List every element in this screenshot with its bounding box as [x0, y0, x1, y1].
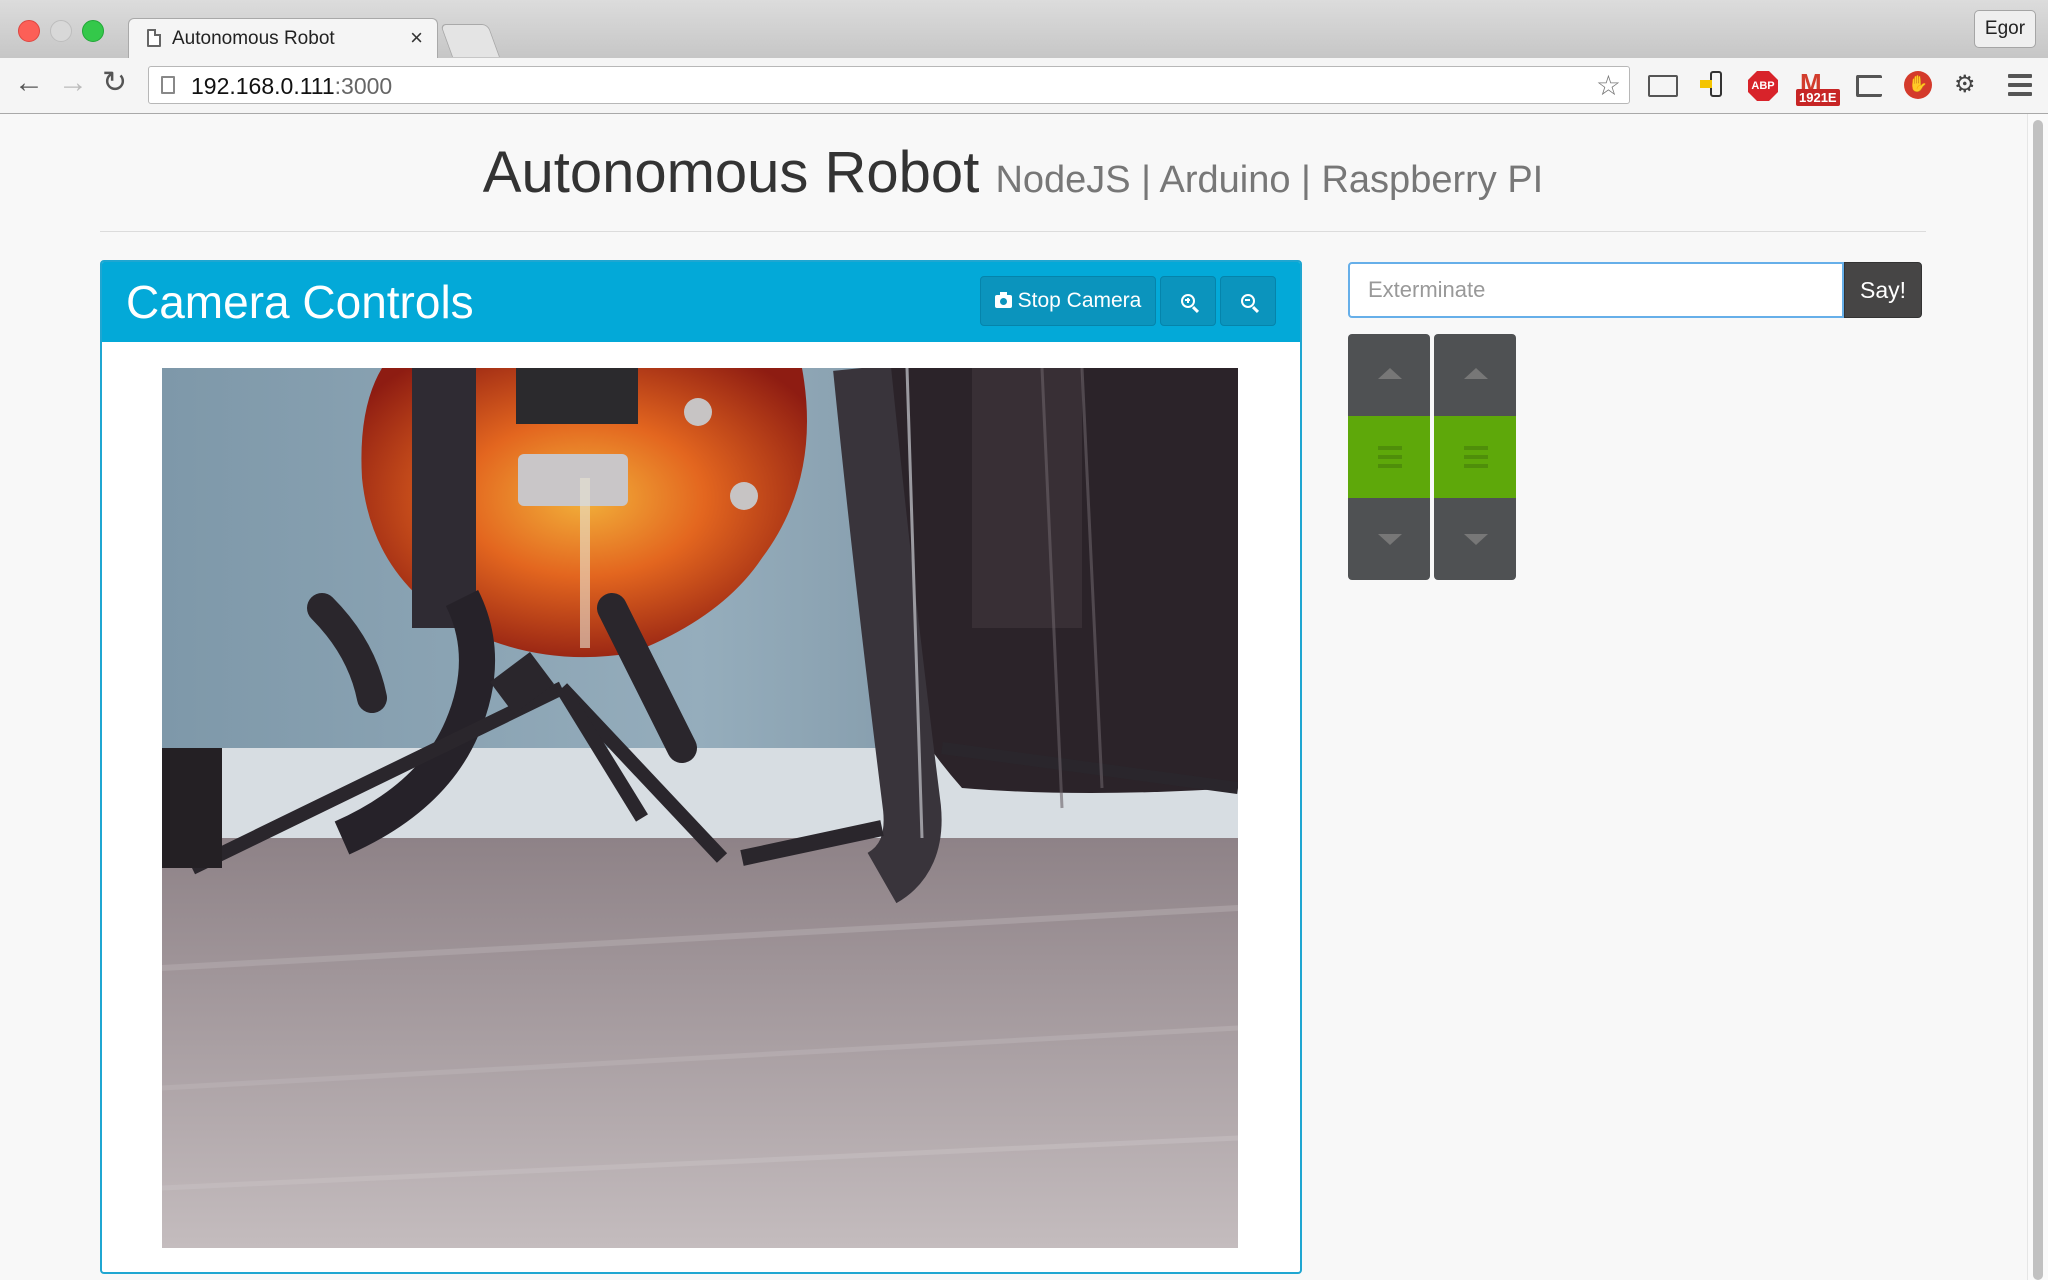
left-motor-control — [1348, 334, 1430, 580]
zoom-in-icon — [1181, 294, 1195, 308]
bookmark-star-icon[interactable]: ☆ — [1596, 69, 1621, 102]
chrome-menu-icon[interactable] — [2008, 74, 2032, 100]
stop-hand-icon[interactable]: ✋ — [1904, 71, 1932, 99]
page-icon — [147, 29, 161, 47]
back-arrow-icon[interactable]: ← — [14, 68, 44, 98]
extension-box-icon[interactable] — [1856, 75, 1882, 97]
stop-camera-label: Stop Camera — [1017, 289, 1142, 312]
say-button[interactable]: Say! — [1844, 262, 1922, 318]
tab-close-icon[interactable]: × — [410, 25, 423, 51]
new-tab-button[interactable] — [439, 24, 501, 57]
left-motor-stop-button[interactable] — [1348, 416, 1430, 498]
browser-toolbar: ← → ↻ 192.168.0.111:3000 ☆ ABP M 1921E ✋… — [0, 58, 2048, 114]
menu-bars-icon — [1378, 446, 1402, 473]
triangle-down-icon — [1464, 534, 1488, 545]
page-header: Autonomous Robot NodeJS | Arduino | Rasp… — [100, 114, 1926, 232]
minimize-window-button[interactable] — [50, 20, 72, 42]
page-title-text: Autonomous Robot — [482, 140, 980, 205]
zoom-in-button[interactable] — [1160, 276, 1216, 326]
cast-icon[interactable] — [1648, 75, 1678, 97]
reload-icon[interactable]: ↻ — [102, 68, 127, 98]
right-motor-control — [1434, 334, 1516, 580]
page-viewport: Autonomous Robot NodeJS | Arduino | Rasp… — [0, 114, 2048, 1280]
zoom-out-icon — [1241, 294, 1255, 308]
forward-arrow-icon[interactable]: → — [58, 68, 88, 98]
camera-panel: Camera Controls Stop Camera — [100, 260, 1302, 1274]
right-motor-backward-button[interactable] — [1434, 498, 1516, 580]
triangle-up-icon — [1378, 368, 1402, 379]
page-subtitle: NodeJS | Arduino | Raspberry PI — [995, 159, 1544, 201]
gmail-unread-count: 1921E — [1796, 89, 1840, 106]
right-motor-forward-button[interactable] — [1434, 334, 1516, 416]
scrollbar-thumb[interactable] — [2033, 120, 2043, 1280]
browser-tab-active[interactable]: Autonomous Robot × — [128, 18, 438, 58]
address-bar[interactable]: 192.168.0.111:3000 ☆ — [148, 66, 1630, 104]
zoom-out-button[interactable] — [1220, 276, 1276, 326]
speech-input[interactable] — [1348, 262, 1844, 318]
adblock-icon[interactable]: ABP — [1748, 71, 1778, 101]
url-host: 192.168.0.111 — [191, 73, 335, 99]
extension-tools-icon[interactable]: ⚙ — [1954, 71, 1980, 99]
stop-camera-button[interactable]: Stop Camera — [980, 276, 1156, 326]
triangle-down-icon — [1378, 534, 1402, 545]
left-motor-backward-button[interactable] — [1348, 498, 1430, 580]
triangle-up-icon — [1464, 368, 1488, 379]
close-window-button[interactable] — [18, 20, 40, 42]
right-motor-stop-button[interactable] — [1434, 416, 1516, 498]
url-port: :3000 — [334, 73, 393, 99]
url-text[interactable]: 192.168.0.111:3000 — [191, 73, 392, 100]
camera-panel-title: Camera Controls — [126, 276, 474, 328]
tab-title: Autonomous Robot — [172, 28, 335, 49]
maximize-window-button[interactable] — [82, 20, 104, 42]
camera-feed-image — [162, 368, 1238, 1248]
page-info-icon[interactable] — [161, 76, 175, 94]
profile-button[interactable]: Egor — [1974, 10, 2036, 48]
camera-icon — [994, 292, 1012, 308]
gmail-checker-icon[interactable]: M 1921E — [1796, 70, 1840, 106]
camera-panel-heading: Camera Controls Stop Camera — [102, 262, 1300, 342]
page-scrollbar[interactable] — [2027, 114, 2048, 1280]
page-title: Autonomous Robot NodeJS | Arduino | Rasp… — [100, 140, 1926, 213]
camera-feed-svg — [162, 368, 1238, 1248]
browser-tabstrip: Autonomous Robot × Egor — [0, 0, 2048, 58]
left-motor-forward-button[interactable] — [1348, 334, 1430, 416]
phone-extension-icon[interactable] — [1700, 71, 1722, 99]
menu-bars-icon — [1464, 446, 1488, 473]
